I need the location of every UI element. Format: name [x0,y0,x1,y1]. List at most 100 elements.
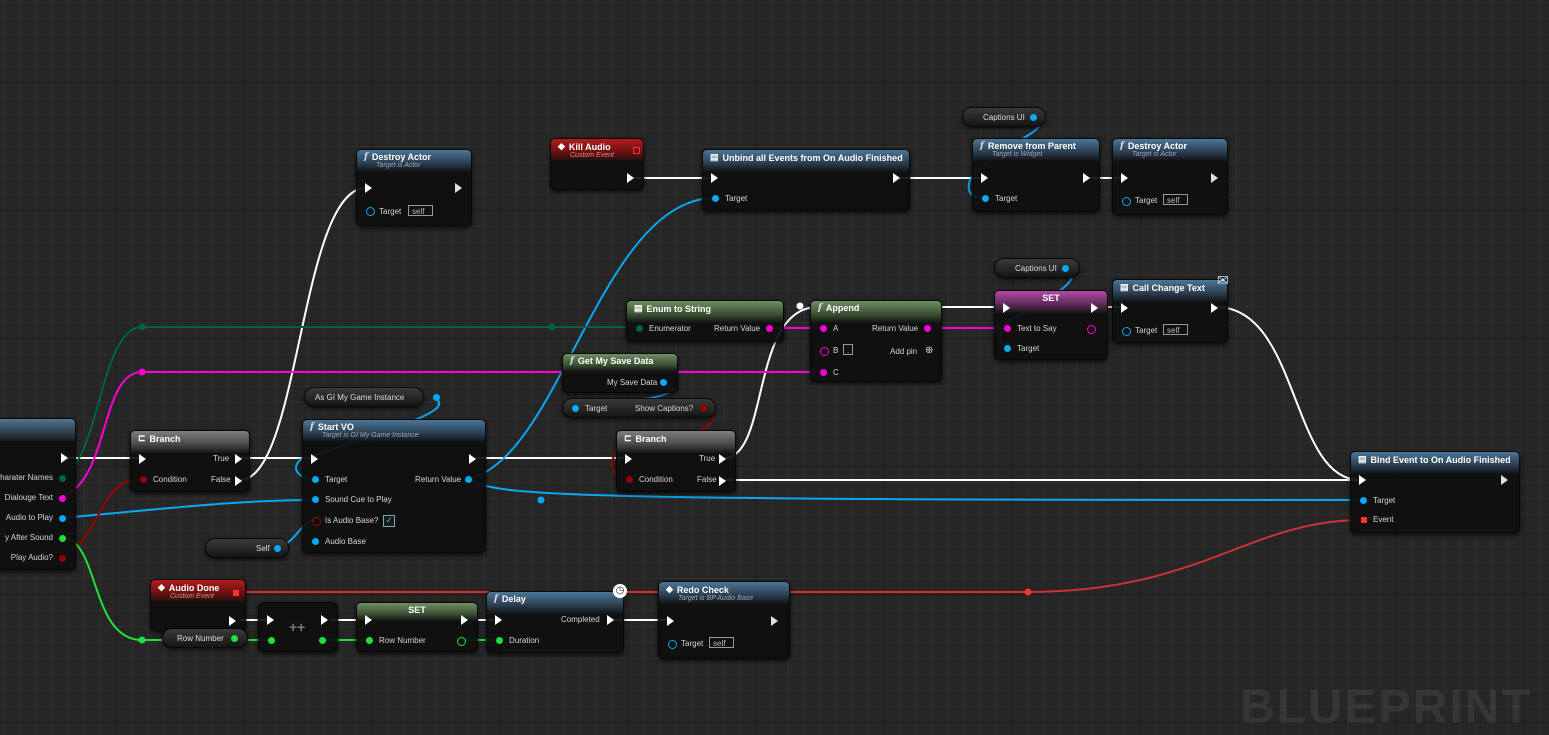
object-pin[interactable] [465,476,472,483]
row-number-getter[interactable]: Row Number [162,628,248,648]
exec-in-pin[interactable] [495,615,502,625]
object-pin[interactable] [1004,345,1011,352]
enum-pin[interactable] [636,325,643,332]
bool-pin[interactable] [59,555,66,562]
bool-pin[interactable] [626,476,633,483]
exec-in-pin[interactable] [981,173,988,183]
integer-pin[interactable] [457,637,466,646]
exec-in-pin[interactable] [1121,173,1128,183]
exec-out-pin[interactable] [461,615,468,625]
self-field[interactable]: self [1163,324,1188,335]
add-pin-icon[interactable]: ⊕ [925,345,933,356]
append-node[interactable]: f Append A Return Value B . Add pin ⊕ C [810,300,942,382]
exec-in-pin[interactable] [1003,303,1010,313]
audio-done-event-node[interactable]: ◆ Audio Done Custom Event [150,579,246,631]
exec-in-pin[interactable] [1359,475,1366,485]
exec-out-pin[interactable] [469,454,476,464]
exec-out-pin[interactable] [61,453,68,463]
object-pin[interactable] [668,640,677,649]
show-captions-getter[interactable]: Target Show Captions? [562,398,716,418]
get-my-save-data-node[interactable]: f Get My Save Data My Save Data [562,353,678,393]
delegate-pin[interactable] [233,590,239,596]
exec-in-pin[interactable] [365,183,372,193]
object-pin[interactable] [59,515,66,522]
exec-in-pin[interactable] [365,615,372,625]
exec-in-pin[interactable] [667,616,674,626]
branch-node[interactable]: ⊏ Branch True Condition False [130,430,250,492]
integer-pin[interactable] [319,637,326,644]
exec-out-pin[interactable] [235,454,242,464]
exec-out-pin[interactable] [1501,475,1508,485]
exec-out-pin[interactable] [235,476,242,486]
exec-out-pin[interactable] [455,183,462,193]
increment-node[interactable]: ++ [258,602,338,652]
bind-event-node[interactable]: ▤ Bind Event to On Audio Finished Target … [1350,451,1520,533]
exec-in-pin[interactable] [139,454,146,464]
string-pin[interactable] [820,369,827,376]
exec-in-pin[interactable] [711,173,718,183]
integer-pin[interactable] [268,637,275,644]
object-pin[interactable] [1360,497,1367,504]
integer-pin[interactable] [366,637,373,644]
bool-pin[interactable] [140,476,147,483]
string-pin[interactable] [820,325,827,332]
string-pin[interactable] [820,347,829,356]
delay-node[interactable]: f Delay ◷ Completed Duration [486,584,627,653]
object-pin[interactable] [274,545,281,552]
captions-ui-getter[interactable]: Captions UI [994,258,1080,278]
object-pin[interactable] [1122,327,1131,336]
exec-out-pin[interactable] [229,616,236,626]
integer-pin[interactable] [496,637,503,644]
object-pin[interactable] [572,405,579,412]
object-pin[interactable] [712,195,719,202]
object-pin[interactable] [982,195,989,202]
redo-check-node[interactable]: ◆ Redo Check Target is BP Audio Base Targe… [658,581,790,659]
b-value-field[interactable]: . [843,344,853,355]
add-pin-label[interactable]: Add pin [890,347,917,356]
exec-in-pin[interactable] [267,615,274,625]
exec-out-pin[interactable] [719,476,726,486]
set-row-number-node[interactable]: SET Row Number [356,602,478,652]
string-pin[interactable] [1004,325,1011,332]
object-pin[interactable] [660,379,667,386]
exec-out-pin[interactable] [1091,303,1098,313]
exec-in-pin[interactable] [1121,303,1128,313]
integer-pin[interactable] [231,635,238,642]
object-pin[interactable] [1030,114,1037,121]
self-field[interactable]: self [709,637,734,648]
object-pin[interactable] [366,207,375,216]
object-pin[interactable] [1062,265,1069,272]
integer-pin[interactable] [59,535,66,542]
delegate-pin[interactable] [633,147,640,154]
object-pin[interactable] [1122,197,1131,206]
remove-from-parent-node[interactable]: f Remove from Parent Target is Widget Targ… [972,138,1100,212]
unbind-all-events-node[interactable]: ▤ Unbind all Events from On Audio Finishe… [702,149,910,211]
branch-node[interactable]: ⊏ Branch True Condition False [616,430,736,492]
as-gi-my-game-instance-node[interactable]: As GI My Game Instance [304,387,440,407]
string-pin[interactable] [59,495,66,502]
enum-to-string-node[interactable]: ▤ Enum to String Enumerator Return Value [626,300,784,342]
object-pin[interactable] [312,496,319,503]
exec-out-pin[interactable] [1211,303,1218,313]
enum-pin[interactable] [59,475,66,482]
captions-ui-getter[interactable]: Captions UI [962,107,1046,127]
exec-in-pin[interactable] [311,454,318,464]
exec-out-pin[interactable] [321,615,328,625]
call-change-text-node[interactable]: ▤ Call Change Text ✉ Target self [1112,272,1229,343]
exec-out-pin[interactable] [1211,173,1218,183]
string-pin[interactable] [1087,325,1096,334]
self-reference-node[interactable]: Self [205,538,289,558]
string-pin[interactable] [766,325,773,332]
kill-audio-event-node[interactable]: ◆ Kill Audio Custom Event [550,138,644,190]
exec-out-pin[interactable] [719,454,726,464]
exec-out-pin[interactable] [771,616,778,626]
object-pin[interactable] [312,476,319,483]
is-audio-base-checkbox[interactable]: ✓ [383,515,395,527]
custom-event-node-partial[interactable]: harater Names Dialouge Text Audio to Pla… [0,418,76,570]
destroy-actor-node[interactable]: f Destroy Actor Target is Actor Target sel… [1112,138,1228,215]
bool-pin[interactable] [312,517,321,526]
exec-out-pin[interactable] [607,615,614,625]
start-vo-node[interactable]: f Start VO Target is GI My Game Instance T… [302,419,486,553]
exec-out-pin[interactable] [1083,173,1090,183]
self-field[interactable]: self [408,205,433,216]
